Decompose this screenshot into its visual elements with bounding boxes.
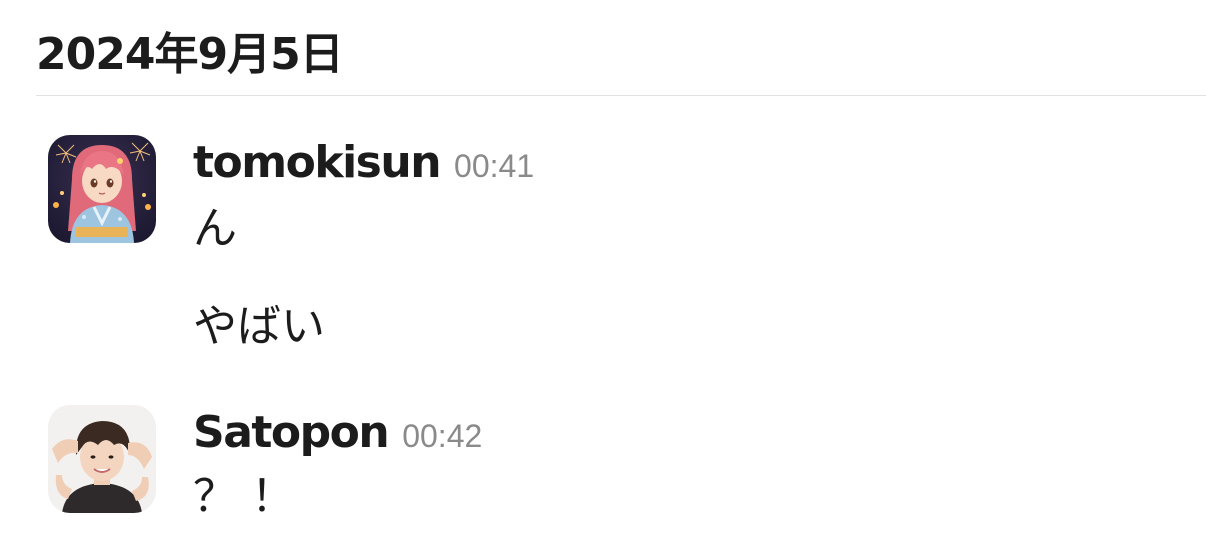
message-timestamp[interactable]: 00:42 [402, 418, 482, 455]
person-photo-avatar-image [48, 405, 156, 513]
message-timestamp[interactable]: 00:41 [454, 148, 534, 185]
sender-name[interactable]: tomokisun [193, 137, 442, 188]
message-text: ？！ [193, 471, 309, 522]
message-text: ん [193, 203, 237, 254]
message-header: Satopon 00:42 [193, 405, 482, 465]
message-header: tomokisun 00:41 [193, 135, 534, 195]
date-divider-line [36, 95, 1206, 96]
message-thread: 2024年9月5日 tomokisun 00:41 ん やばい Satopon … [0, 0, 1206, 552]
sender-name[interactable]: Satopon [193, 407, 390, 458]
message-content: tomokisun 00:41 ん やばい [193, 135, 534, 353]
avatar[interactable] [48, 135, 156, 243]
avatar[interactable] [48, 405, 156, 513]
message-content: Satopon 00:42 ？！ [193, 405, 482, 523]
message-text: やばい [193, 301, 325, 352]
date-divider-label[interactable]: 2024年9月5日 [36, 18, 344, 82]
anime-girl-avatar-image [48, 135, 156, 243]
